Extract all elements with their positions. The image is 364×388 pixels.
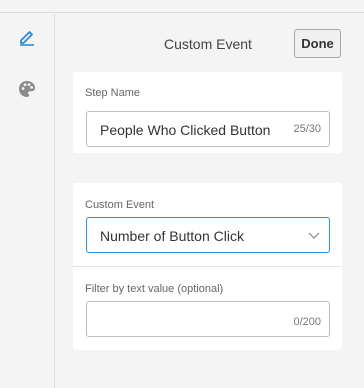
- step-name-char-counter: 25/30: [293, 123, 321, 135]
- custom-event-label: Custom Event: [85, 199, 155, 211]
- chevron-down-icon: [308, 232, 320, 239]
- pencil-icon: [20, 31, 34, 46]
- done-button[interactable]: Done: [294, 29, 341, 58]
- style-tab[interactable]: [12, 74, 42, 104]
- panel-title: Custom Event: [164, 36, 252, 52]
- panel-header: Custom Event Done: [56, 14, 364, 72]
- step-settings-panel: Custom Event Done Step Name People Who C…: [56, 14, 364, 388]
- palette-icon: [19, 81, 35, 97]
- edit-tab[interactable]: [12, 22, 42, 52]
- step-name-card: Step Name People Who Clicked Button 25/3…: [73, 72, 342, 153]
- custom-event-selected-value: Number of Button Click: [100, 228, 244, 244]
- step-name-input[interactable]: People Who Clicked Button 25/30: [86, 111, 330, 147]
- filter-label: Filter by text value (optional): [85, 283, 224, 295]
- filter-text-input[interactable]: 0/200: [86, 301, 330, 337]
- custom-event-card: Custom Event Number of Button Click Filt…: [73, 183, 342, 350]
- step-name-value: People Who Clicked Button: [100, 122, 271, 138]
- divider: [73, 266, 342, 267]
- left-tool-rail: [0, 14, 55, 388]
- top-border: [0, 0, 364, 13]
- step-name-label: Step Name: [85, 87, 141, 99]
- custom-event-select[interactable]: Number of Button Click: [86, 217, 330, 253]
- filter-char-counter: 0/200: [293, 316, 321, 328]
